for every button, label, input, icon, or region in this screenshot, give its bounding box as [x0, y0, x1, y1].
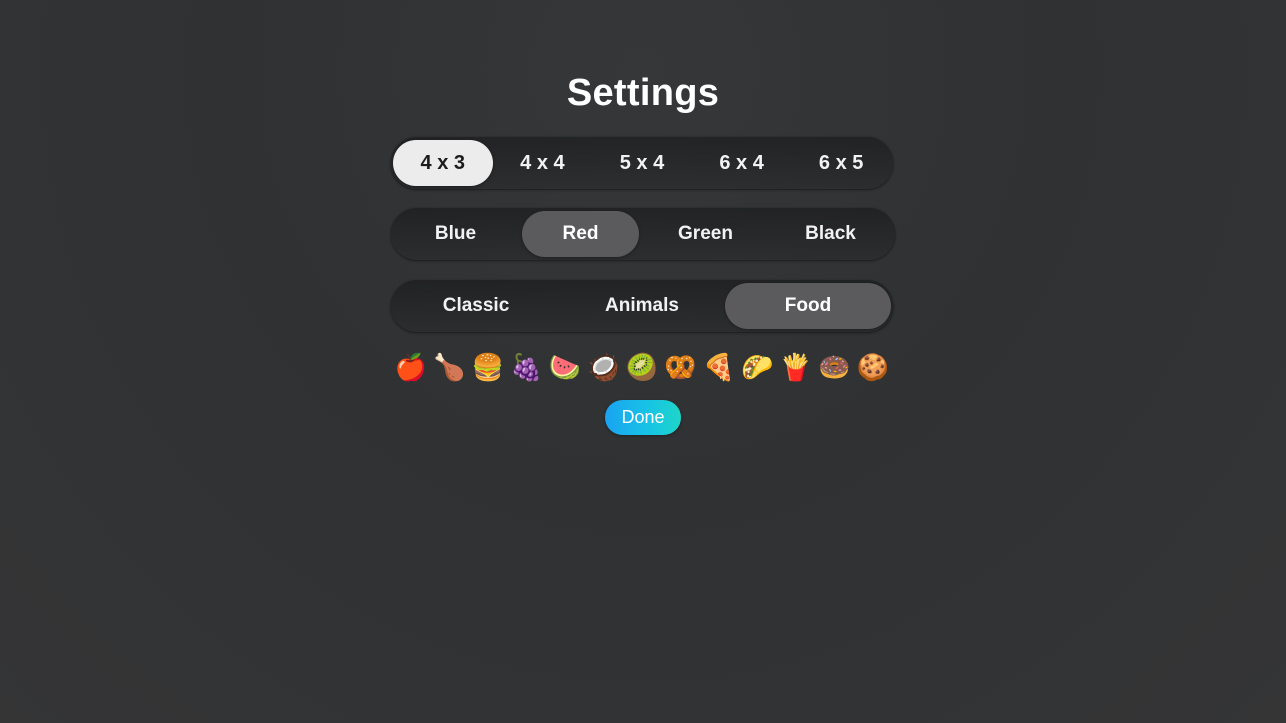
grapes-icon: 🍇	[510, 353, 543, 383]
color-option-green[interactable]: Green	[647, 211, 764, 257]
taco-icon: 🌮	[741, 353, 774, 383]
color-option-blue[interactable]: Blue	[397, 211, 514, 257]
color-option-red[interactable]: Red	[522, 211, 639, 257]
pizza-icon: 🍕	[702, 353, 736, 383]
watermelon-icon: 🍉	[548, 353, 582, 383]
theme-option-animals[interactable]: Animals	[559, 283, 725, 329]
done-button[interactable]: Done	[605, 400, 681, 435]
page-title: Settings	[566, 72, 720, 114]
coconut-icon: 🥥	[587, 353, 620, 383]
kiwi-icon: 🥝	[625, 353, 659, 383]
theme-selector: Classic Animals Food	[390, 279, 894, 333]
grid-option-6x5[interactable]: 6 x 5	[791, 140, 891, 186]
cookie-icon: 🍪	[856, 353, 890, 383]
grid-option-5x4[interactable]: 5 x 4	[592, 140, 692, 186]
card-color-selector: Blue Red Green Black	[390, 207, 896, 261]
settings-panel: Settings 4 x 3 4 x 4 5 x 4 6 x 4 6 x 5 B…	[0, 0, 1286, 723]
fries-icon: 🍟	[779, 353, 813, 383]
grid-option-6x4[interactable]: 6 x 4	[692, 140, 792, 186]
theme-preview-row: 🍎 🍗 🍔 🍇 🍉 🥥 🥝 🥨 🍕 🌮 🍟 🍩 🍪	[392, 349, 892, 387]
color-option-black[interactable]: Black	[772, 211, 889, 257]
apple-icon: 🍎	[394, 353, 428, 383]
grid-option-4x3[interactable]: 4 x 3	[393, 140, 493, 186]
grid-size-selector: 4 x 3 4 x 4 5 x 4 6 x 4 6 x 5	[390, 136, 894, 190]
donut-icon: 🍩	[818, 353, 851, 383]
pretzel-icon: 🥨	[664, 353, 697, 383]
drumstick-icon: 🍗	[433, 353, 466, 383]
theme-option-food[interactable]: Food	[725, 283, 891, 329]
theme-option-classic[interactable]: Classic	[393, 283, 559, 329]
burger-icon: 🍔	[471, 353, 505, 383]
grid-option-4x4[interactable]: 4 x 4	[493, 140, 593, 186]
